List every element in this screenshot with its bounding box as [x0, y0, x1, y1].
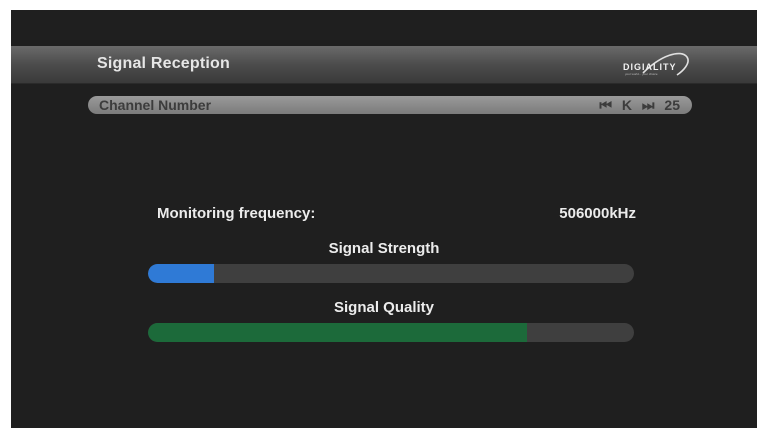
- title-bar: Signal Reception DIGIALITY your world...…: [11, 46, 757, 84]
- channel-controls: ⏮ K ⏭ 25: [593, 97, 680, 114]
- signal-quality-label: Signal Quality: [333, 299, 435, 316]
- monitoring-frequency-value: 506000kHz: [559, 205, 636, 222]
- channel-band: K: [621, 97, 633, 113]
- channel-number-value: 25: [664, 97, 680, 113]
- signal-strength-bar: [148, 264, 634, 283]
- skip-back-icon[interactable]: ⏮: [599, 97, 612, 113]
- signal-strength-label: Signal Strength: [328, 240, 440, 257]
- skip-forward-icon[interactable]: ⏭: [642, 97, 655, 113]
- monitoring-frequency-label: Monitoring frequency:: [157, 205, 316, 222]
- signal-strength-fill: [148, 264, 214, 283]
- logo-tagline: your world... your choice: [625, 72, 658, 76]
- channel-number-label: Channel Number: [99, 97, 212, 113]
- logo-wordmark: DIGIALITY: [623, 62, 677, 72]
- digiality-logo: DIGIALITY your world... your choice: [621, 51, 693, 79]
- tv-screen: Signal Reception DIGIALITY your world...…: [11, 10, 757, 428]
- signal-quality-bar: [148, 323, 634, 342]
- channel-number-row[interactable]: Channel Number ⏮ K ⏭ 25: [88, 96, 692, 114]
- signal-quality-fill: [148, 323, 528, 342]
- page-title: Signal Reception: [97, 55, 230, 72]
